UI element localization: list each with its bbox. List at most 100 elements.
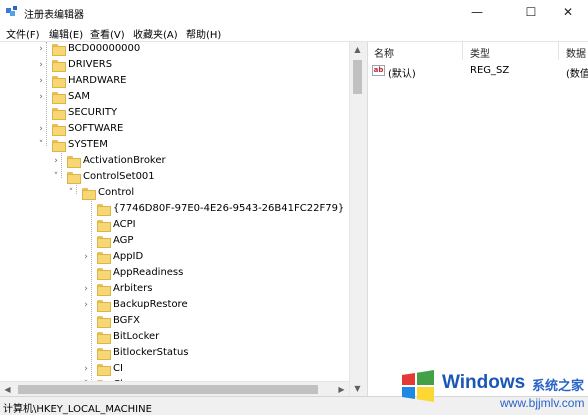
horizontal-scroll-thumb[interactable]: [18, 385, 318, 394]
expand-chevron-icon: [81, 267, 91, 279]
tree-node[interactable]: › AppID: [0, 250, 349, 266]
tree-node-label: BCD00000000: [68, 43, 141, 54]
tree-node[interactable]: ˅ Control: [0, 186, 349, 202]
expand-chevron-icon[interactable]: ›: [81, 251, 91, 263]
tree-node[interactable]: ACPI: [0, 218, 349, 234]
tree-node-label: BackupRestore: [113, 299, 188, 310]
watermark-brand: Windows: [442, 372, 526, 393]
title-bar: 注册表编辑器 — ☐ ✕: [0, 0, 588, 24]
tree-node[interactable]: › SOFTWARE: [0, 122, 349, 138]
expand-chevron-icon: [81, 203, 91, 215]
regedit-app-icon: [6, 6, 17, 16]
folder-icon: [97, 220, 111, 232]
folder-icon: [52, 108, 66, 120]
tree-node[interactable]: › ActivationBroker: [0, 154, 349, 170]
column-separator[interactable]: [462, 42, 463, 60]
tree-node[interactable]: BGFX: [0, 314, 349, 330]
folder-icon: [52, 60, 66, 72]
expand-chevron-icon[interactable]: ›: [51, 155, 61, 167]
folder-icon: [52, 44, 66, 56]
tree-node[interactable]: AppReadiness: [0, 266, 349, 282]
tree-node[interactable]: BitlockerStatus: [0, 346, 349, 362]
tree-node[interactable]: SECURITY: [0, 106, 349, 122]
vertical-scroll-thumb[interactable]: [353, 60, 362, 94]
menu-favorites[interactable]: 收藏夹(A): [133, 26, 178, 41]
registry-tree[interactable]: › BCD00000000 › DRIVERS › HARDWARE › SAM SECURIT…: [0, 42, 349, 396]
expand-chevron-icon: [81, 235, 91, 247]
scroll-up-arrow-icon[interactable]: ▲: [350, 42, 365, 57]
menu-view[interactable]: 查看(V): [90, 26, 125, 41]
expand-chevron-icon[interactable]: ›: [36, 59, 46, 71]
tree-node[interactable]: › DRIVERS: [0, 58, 349, 74]
tree-node-label: DRIVERS: [68, 59, 113, 70]
folder-icon-body: [97, 222, 111, 232]
scroll-right-arrow-icon[interactable]: ▶: [334, 382, 349, 397]
value-type: REG_SZ: [470, 65, 510, 76]
tree-vertical-scrollbar[interactable]: ▲ ▼: [349, 42, 364, 396]
tree-node[interactable]: AGP: [0, 234, 349, 250]
tree-node[interactable]: › Arbiters: [0, 282, 349, 298]
tree-node-label: HARDWARE: [68, 75, 127, 86]
tree-node[interactable]: › HARDWARE: [0, 74, 349, 90]
close-button[interactable]: ✕: [548, 0, 588, 24]
values-list[interactable]: 名称 类型 数据 ab (默认) REG_SZ (数值: [368, 42, 588, 396]
column-header-name[interactable]: 名称: [374, 45, 394, 60]
tree-node[interactable]: › CI: [0, 362, 349, 378]
tree-node-label: SOFTWARE: [68, 123, 124, 134]
tree-horizontal-scrollbar[interactable]: ◀ ▶: [0, 381, 349, 396]
tree-node-label: AGP: [113, 235, 134, 246]
menu-edit[interactable]: 编辑(E): [49, 26, 83, 41]
value-data: (数值: [566, 69, 588, 80]
expand-chevron-icon[interactable]: ›: [81, 283, 91, 295]
column-header-type[interactable]: 类型: [470, 45, 490, 60]
collapse-chevron-icon[interactable]: ˅: [36, 139, 46, 151]
scroll-left-arrow-icon[interactable]: ◀: [0, 382, 15, 397]
folder-icon-body: [97, 286, 111, 296]
column-header-data[interactable]: 数据: [566, 45, 586, 60]
expand-chevron-icon[interactable]: ›: [36, 91, 46, 103]
menu-file[interactable]: 文件(F): [6, 26, 40, 41]
expand-chevron-icon: [36, 107, 46, 119]
minimize-button[interactable]: —: [455, 0, 499, 24]
tree-node-label: ACPI: [113, 219, 136, 230]
folder-icon-body: [67, 158, 81, 168]
maximize-button[interactable]: ☐: [509, 0, 553, 24]
folder-icon: [97, 252, 111, 264]
folder-icon: [52, 124, 66, 136]
folder-icon: [97, 332, 111, 344]
folder-icon-body: [97, 350, 111, 360]
tree-node[interactable]: › SAM: [0, 90, 349, 106]
tree-node-label: Arbiters: [113, 283, 153, 294]
expand-chevron-icon[interactable]: ›: [81, 363, 91, 375]
folder-icon: [52, 92, 66, 104]
tree-node[interactable]: {7746D80F-97E0-4E26-9543-26B41FC22F79}: [0, 202, 349, 218]
expand-chevron-icon: [81, 219, 91, 231]
collapse-chevron-icon[interactable]: ˅: [51, 171, 61, 183]
column-separator[interactable]: [558, 42, 559, 60]
tree-node-label: SAM: [68, 91, 91, 102]
menu-help[interactable]: 帮助(H): [186, 26, 221, 41]
expand-chevron-icon[interactable]: ›: [81, 299, 91, 311]
expand-chevron-icon[interactable]: ›: [36, 123, 46, 135]
watermark: Windows 系统之家 www.bjjmlv.com: [396, 364, 588, 415]
tree-node[interactable]: BitLocker: [0, 330, 349, 346]
tree-node-label: ActivationBroker: [83, 155, 166, 166]
tree-node[interactable]: › BackupRestore: [0, 298, 349, 314]
folder-icon-body: [97, 318, 111, 328]
expand-chevron-icon[interactable]: ›: [36, 75, 46, 87]
folder-icon-body: [52, 110, 66, 120]
scroll-down-arrow-icon[interactable]: ▼: [350, 381, 365, 396]
folder-icon: [97, 204, 111, 216]
folder-icon-body: [97, 270, 111, 280]
tree-node[interactable]: › BCD00000000: [0, 42, 349, 58]
tree-node-label: ControlSet001: [83, 171, 155, 182]
folder-icon-body: [52, 46, 66, 56]
collapse-chevron-icon[interactable]: ˅: [66, 187, 76, 199]
folder-icon: [67, 156, 81, 168]
tree-node-label: Control: [98, 187, 135, 198]
tree-node[interactable]: ˅ ControlSet001: [0, 170, 349, 186]
expand-chevron-icon: [81, 315, 91, 327]
folder-icon-body: [97, 302, 111, 312]
tree-node[interactable]: ˅ SYSTEM: [0, 138, 349, 154]
expand-chevron-icon[interactable]: ›: [36, 43, 46, 55]
